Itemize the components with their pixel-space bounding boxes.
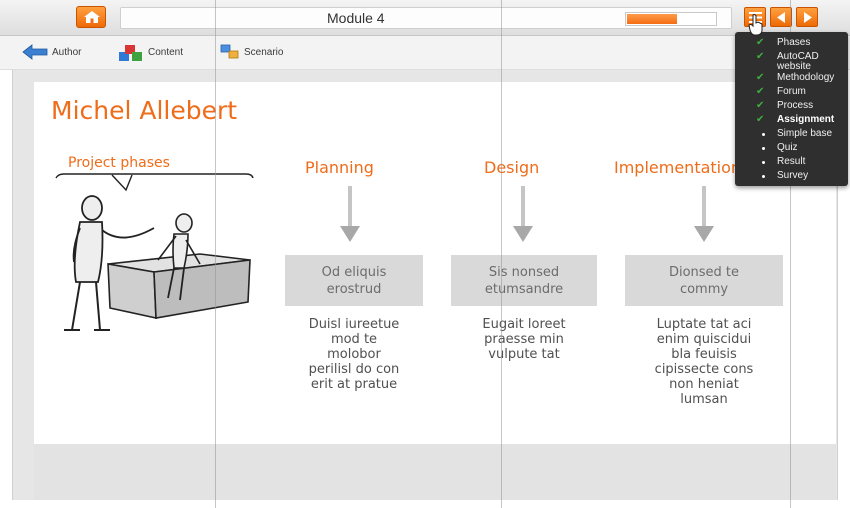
text-line: Eugait loreet (482, 317, 566, 332)
phase-box-line: Sis nonsed (488, 265, 560, 280)
phase-text-design: Eugait loreet praesse min vulpute tat (449, 317, 599, 362)
column-heading-design: Design (484, 158, 540, 177)
phase-text-planning: Duisl iureetue mod te molobor perilisl d… (279, 317, 429, 392)
menu-item-label: Survey (777, 170, 809, 181)
bullet-icon (762, 175, 765, 178)
hand-cursor-icon (748, 14, 763, 36)
home-icon (84, 11, 100, 23)
content-label: Content (148, 47, 184, 58)
down-arrow-icon (513, 186, 533, 242)
phase-box-line: Dionsed te (668, 265, 740, 280)
check-icon: ✔ (756, 37, 765, 48)
scenario-icon (220, 44, 239, 59)
next-button[interactable] (796, 7, 818, 27)
progress-bar (625, 12, 717, 26)
check-icon: ✔ (756, 100, 765, 111)
menu-item-label: Simple base (777, 128, 833, 139)
menu-item-label: Process (777, 100, 814, 111)
content-blocks-icon (119, 45, 142, 61)
bullet-icon (762, 161, 765, 164)
speech-bubble-label: Project phases (68, 155, 170, 171)
toolbar: Author Content Scenario (0, 36, 850, 70)
guide-line (501, 0, 502, 508)
menu-item-label: Quiz (777, 142, 798, 153)
menu-item-label: Methodology (777, 72, 835, 83)
content-button[interactable]: Content (118, 44, 198, 62)
check-icon: ✔ (756, 51, 765, 62)
column-heading-planning: Planning (305, 158, 374, 177)
navigation-menu: ✔ Phases ✔ AutoCAD website ✔ Methodology ✔ Foru… (735, 32, 848, 186)
arrow-right-icon (804, 12, 812, 23)
check-icon: ✔ (756, 114, 765, 125)
check-icon: ✔ (756, 86, 765, 97)
text-line: lumsan (680, 392, 728, 407)
phase-box-planning: Od eliquis erostrud (285, 255, 423, 306)
phase-box-implementation: Dionsed te commy (625, 255, 783, 306)
page-title: Michel Allebert (51, 96, 238, 125)
check-icon: ✔ (756, 72, 765, 83)
menu-item-label: Result (777, 156, 806, 167)
phase-text-implementation: Luptate tat aci enim quiscidui bla feuis… (624, 317, 784, 407)
bullet-icon (762, 133, 765, 136)
text-line: Luptate tat aci (656, 317, 752, 332)
author-label: Author (52, 47, 82, 58)
menu-item-label: Forum (777, 86, 806, 97)
phase-box-line: commy (679, 282, 729, 297)
scenario-button[interactable]: Scenario (220, 44, 300, 62)
text-line: Duisl iureetue (308, 317, 400, 332)
down-arrow-icon (340, 186, 360, 242)
author-button[interactable]: Author (22, 44, 94, 62)
slide-footer (34, 444, 836, 500)
menu-item-label: Phases (777, 37, 811, 48)
menu-item-label: Assignment (777, 114, 835, 125)
guide-line (215, 0, 216, 508)
text-line: non heniat (669, 377, 739, 392)
text-line: vulpute tat (488, 347, 560, 362)
down-arrow-icon (694, 186, 714, 242)
author-arrow-icon (22, 44, 48, 60)
previous-button[interactable] (770, 7, 792, 27)
text-line: perilisl do con (308, 362, 400, 377)
text-line: bla feuisis (671, 347, 737, 362)
home-button[interactable] (76, 6, 106, 28)
top-bar: Module 4 (0, 0, 850, 36)
text-line: molobor (327, 347, 381, 362)
phase-box-line: Od eliquis (321, 265, 387, 280)
presenter-illustration (55, 173, 254, 331)
phase-box-line: etumsandre (484, 282, 564, 297)
text-line: mod te (330, 332, 378, 347)
menu-item-label: AutoCAD website (777, 51, 819, 72)
text-line: erit at pratue (310, 377, 398, 392)
progress-fill (627, 14, 677, 24)
scenario-label: Scenario (244, 47, 284, 58)
text-line: praesse min (484, 332, 564, 347)
phase-box-design: Sis nonsed etumsandre (451, 255, 597, 306)
arrow-left-icon (777, 12, 785, 23)
column-heading-implementation: Implementation (614, 158, 742, 177)
text-line: cipissecte cons (654, 362, 754, 377)
phase-box-line: erostrud (326, 282, 382, 297)
text-line: enim quiscidui (656, 332, 752, 347)
bullet-icon (762, 147, 765, 150)
